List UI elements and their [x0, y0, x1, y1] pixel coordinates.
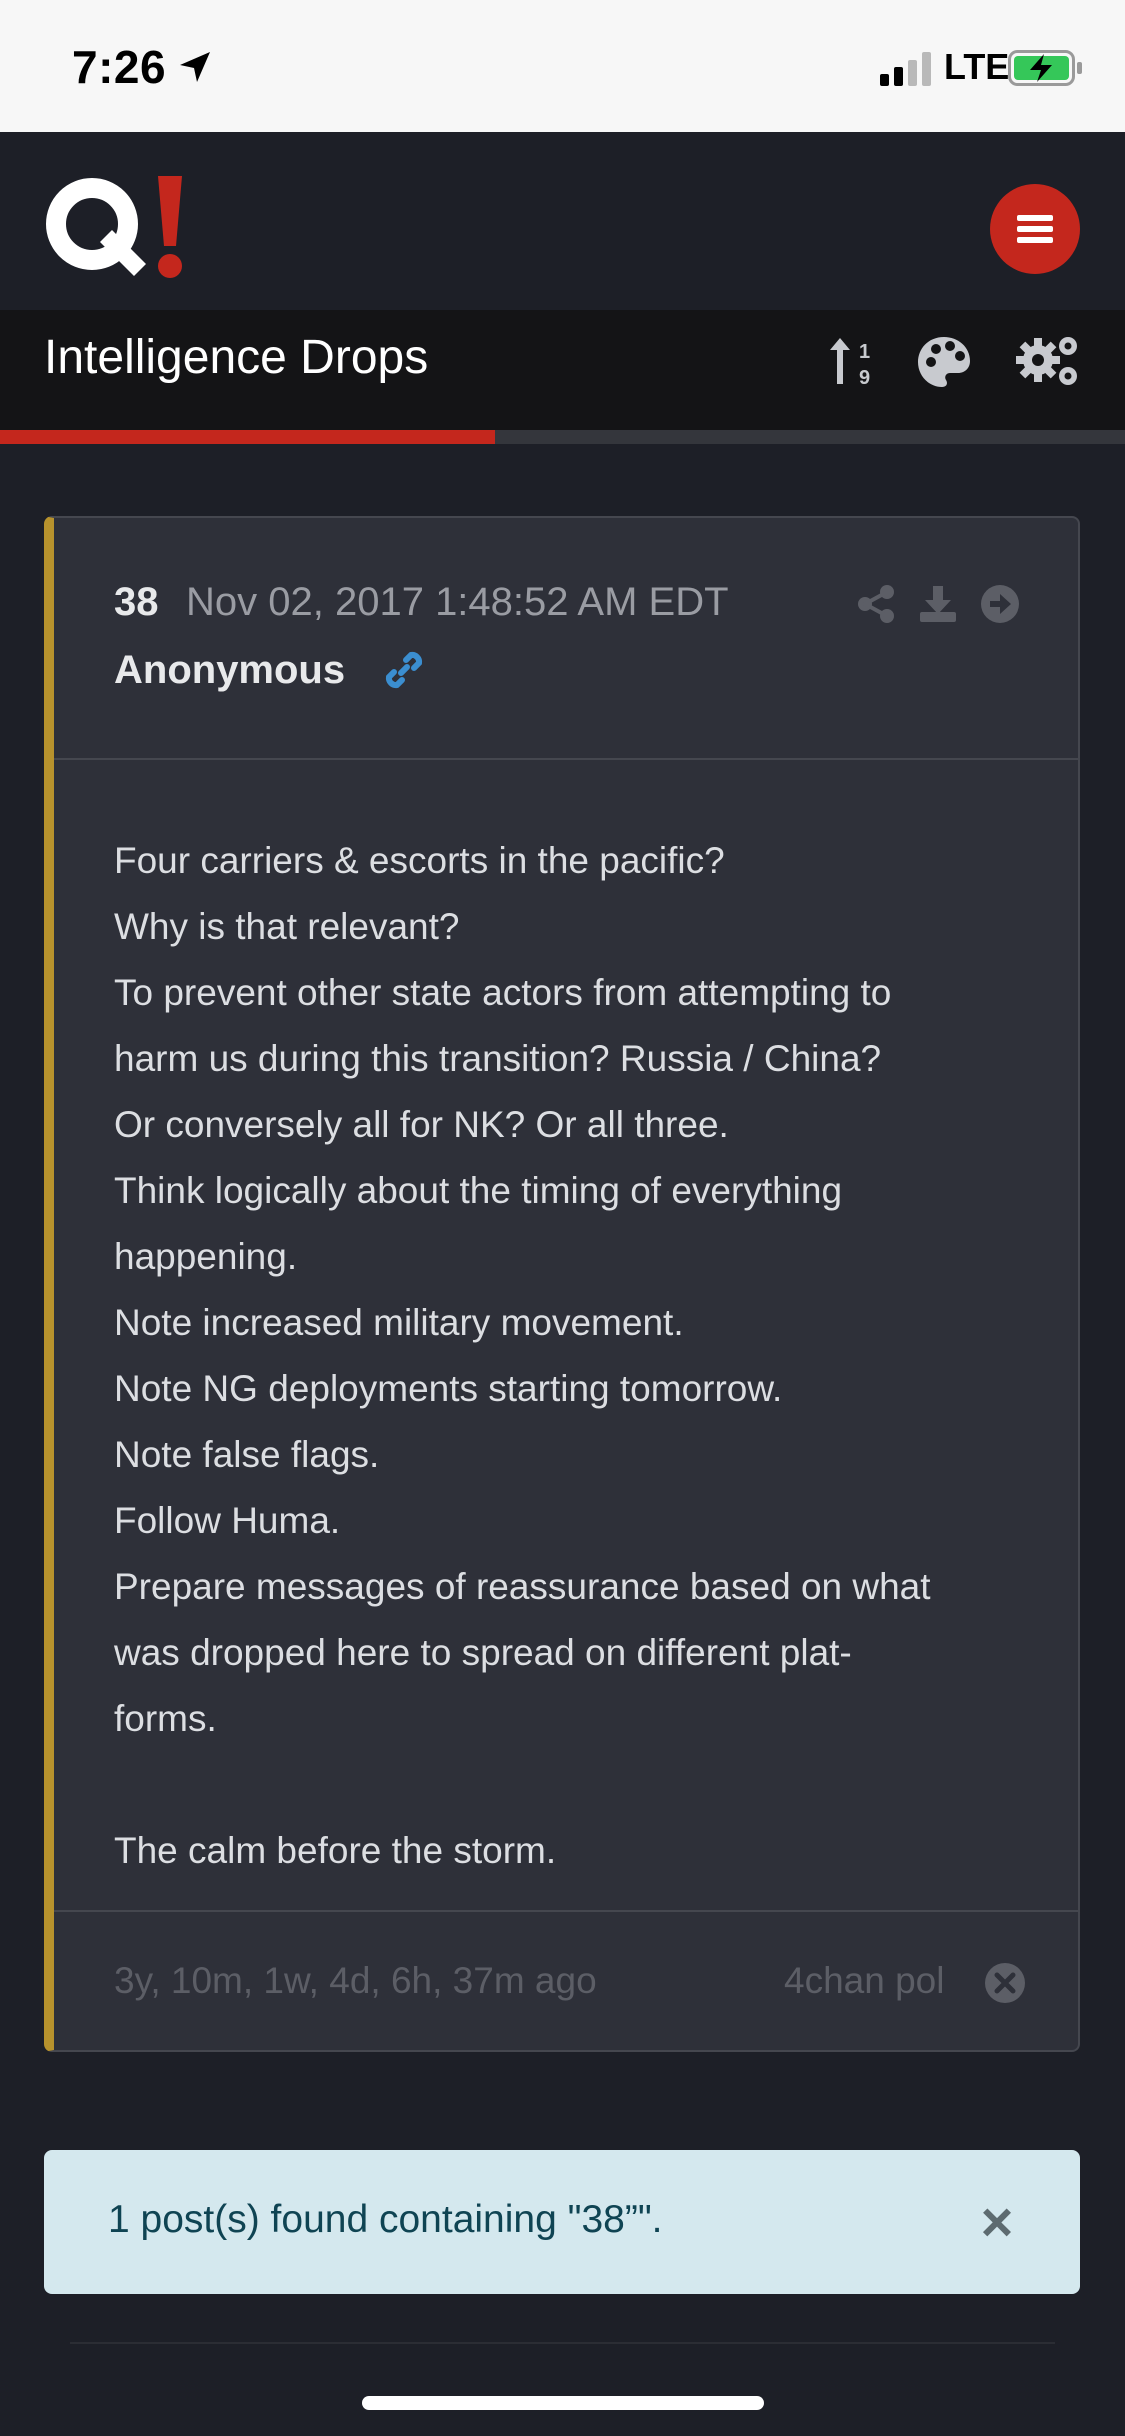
page-title: Intelligence Drops [44, 331, 429, 384]
post-number: 38 [114, 580, 159, 624]
post-body-line: Note NG deployments starting tomorrow. [114, 1368, 783, 1409]
post-body-line: Follow Huma. [114, 1500, 341, 1541]
post-author: Anonymous [114, 648, 346, 692]
settings-gears-icon[interactable] [1014, 332, 1086, 392]
post-body-line: Prepare messages of reassurance based on… [114, 1566, 931, 1607]
close-circle-icon[interactable] [984, 1962, 1026, 2004]
alert-close-button[interactable]: × [972, 2192, 1022, 2252]
arrow-right-circle-icon[interactable] [980, 584, 1020, 624]
divider [70, 2342, 1055, 2344]
signal-icon [880, 52, 931, 86]
app-header [0, 132, 1125, 310]
post-body-line: Or conversely all for NK? Or all three. [114, 1104, 729, 1145]
post-body-line [114, 1752, 1054, 1818]
title-bar: Intelligence Drops 1 9 [0, 310, 1125, 430]
share-icon[interactable] [856, 584, 896, 624]
q-logo[interactable] [42, 172, 192, 282]
home-indicator[interactable] [362, 2396, 764, 2410]
post-body-line: Why is that relevant? [114, 906, 460, 947]
post-body-line: was dropped here to spread on different … [114, 1632, 852, 1673]
battery-charging-icon [1008, 50, 1082, 86]
post-body-line: happening. [114, 1236, 298, 1277]
status-time: 7:26 [72, 41, 167, 93]
post-body-line: harm us during this transition? Russia /… [114, 1038, 882, 1079]
network-type: LTE [944, 46, 1010, 87]
post-body-line: forms. [114, 1698, 217, 1739]
post-body-line: The calm before the storm. [114, 1830, 557, 1871]
post-body: Four carriers & escorts in the pacific? W… [114, 828, 1054, 1884]
progress-track [0, 430, 1125, 444]
post-header: 38 Nov 02, 2017 1:48:52 AM EDT Anonymous [54, 518, 1078, 760]
post-footer: 3y, 10m, 1w, 4d, 6h, 37m ago 4chan pol [54, 1910, 1078, 2050]
post-age: 3y, 10m, 1w, 4d, 6h, 37m ago [114, 1960, 597, 2001]
post-body-line: Think logically about the timing of ever… [114, 1170, 843, 1211]
palette-icon[interactable] [914, 332, 974, 392]
post-body-line: Note increased military movement. [114, 1302, 684, 1343]
link-icon[interactable] [382, 648, 426, 692]
post-body-line: Four carriers & escorts in the pacific? [114, 840, 725, 881]
svg-text:9: 9 [859, 367, 870, 389]
location-arrow-icon [180, 52, 210, 82]
hamburger-menu-icon[interactable] [990, 184, 1080, 274]
post-date: Nov 02, 2017 1:48:52 AM EDT [186, 580, 729, 624]
status-bar: 7:26 LTE [0, 0, 1125, 132]
post-card: 38 Nov 02, 2017 1:48:52 AM EDT Anonymous… [44, 516, 1080, 2052]
search-result-alert: 1 post(s) found containing "38”". × [44, 2150, 1080, 2294]
post-body-line: To prevent other state actors from attem… [114, 972, 892, 1013]
alert-message: 1 post(s) found containing "38”". [108, 2198, 663, 2241]
sort-numeric-icon[interactable]: 1 9 [826, 332, 886, 392]
svg-text:1: 1 [859, 341, 870, 363]
post-body-line: Note false flags. [114, 1434, 380, 1475]
post-source[interactable]: 4chan pol [784, 1960, 944, 2002]
download-icon[interactable] [918, 584, 958, 624]
progress-fill [0, 430, 495, 444]
